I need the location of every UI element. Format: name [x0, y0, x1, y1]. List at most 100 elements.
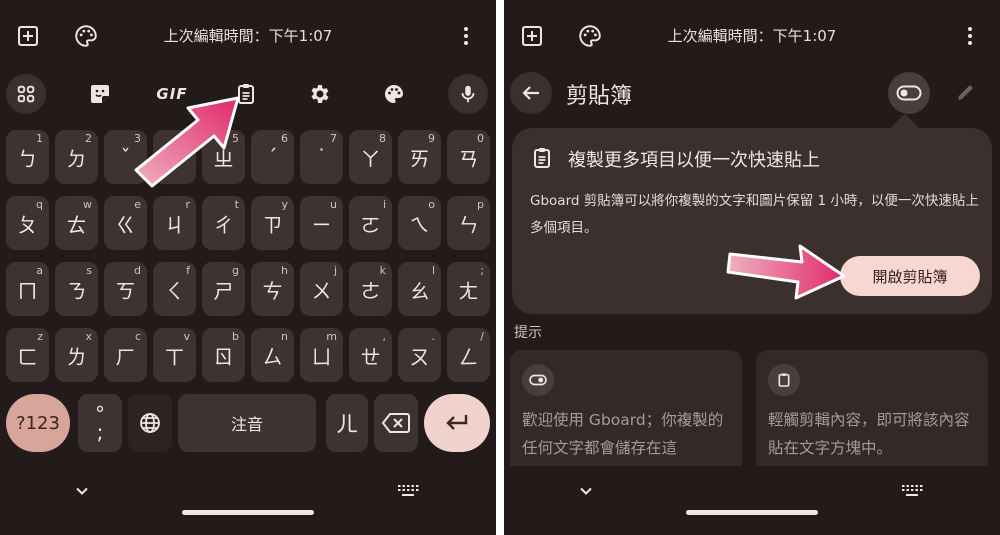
bopomofo-key[interactable]: ㄉ2	[55, 130, 98, 184]
system-nav-bar	[504, 463, 1000, 535]
bopomofo-key[interactable]: ㄞ9	[398, 130, 441, 184]
bopomofo-key[interactable]: ㄚ8	[349, 130, 392, 184]
last-edited-time: 上次編輯時間：下午1:07	[163, 27, 333, 45]
bopomofo-key[interactable]: ㄩm	[300, 328, 343, 382]
bopomofo-key[interactable]: ㄖb	[202, 328, 245, 382]
key-char: ㄧ	[311, 212, 332, 237]
space-key[interactable]: 注音	[178, 394, 316, 452]
key-hint: k	[379, 264, 386, 277]
clipboard-icon	[768, 364, 800, 396]
tip-card-welcome[interactable]: 歡迎使用 Gboard；你複製的任何文字都會儲存在這	[510, 350, 742, 480]
key-hint: 6	[281, 132, 288, 145]
bopomofo-key[interactable]: ㄕg	[202, 262, 245, 316]
keyboard-switch-icon[interactable]	[396, 484, 420, 504]
bopomofo-key[interactable]: ㄊw	[55, 196, 98, 250]
sticker-icon[interactable]	[80, 74, 120, 114]
key-hint: j	[333, 264, 337, 277]
key-char: ㄓ	[213, 146, 234, 171]
bopomofo-key[interactable]: ㄛi	[349, 196, 392, 250]
bopomofo-key[interactable]: ㄤ;	[447, 262, 490, 316]
bopomofo-key[interactable]: ˙ 7	[300, 130, 343, 184]
key-hint: .	[431, 330, 436, 343]
bopomofo-key[interactable]: ˇ3	[104, 130, 147, 184]
bopomofo-key[interactable]: ㄐr	[153, 196, 196, 250]
gesture-handle[interactable]	[182, 510, 314, 515]
keyboard-switch-icon[interactable]	[900, 484, 924, 504]
bopomofo-key[interactable]: ㄜk	[349, 262, 392, 316]
key-row: ㄅ 1 ㄉ 2 ˇ 3 ˋ 4 ㄓ 5 ˊ 6 ˙ 7 ㄚ 8 ㄞ 9 ㄢ 0	[0, 124, 496, 190]
clipboard-toggle-button[interactable]	[888, 72, 930, 114]
bopomofo-key[interactable]: ˊ6	[251, 130, 294, 184]
bopomofo-key[interactable]: ㄟo	[398, 196, 441, 250]
bopomofo-key[interactable]: ㄗy	[251, 196, 294, 250]
microphone-icon[interactable]	[448, 74, 488, 114]
key-char: ㄅ	[17, 146, 38, 171]
theme-palette-icon[interactable]	[374, 74, 414, 114]
bopomofo-key[interactable]: ㄏc	[104, 328, 147, 382]
hide-keyboard-chevron-icon[interactable]	[72, 481, 92, 505]
bopomofo-key[interactable]: ㄨj	[300, 262, 343, 316]
key-char: ˋ	[169, 145, 180, 169]
bopomofo-key[interactable]: ㄍe	[104, 196, 147, 250]
hide-keyboard-chevron-icon[interactable]	[576, 481, 596, 505]
key-hint: d	[134, 264, 141, 277]
bopomofo-key[interactable]: ㄙn	[251, 328, 294, 382]
key-char: ㄡ	[409, 344, 430, 369]
more-vert-icon[interactable]	[954, 20, 986, 52]
key-hint: 1	[36, 132, 43, 145]
bopomofo-key[interactable]: ㄧu	[300, 196, 343, 250]
key-hint: w	[83, 198, 92, 211]
key-char: ㄗ	[262, 212, 283, 237]
bopomofo-key[interactable]: ˋ4	[153, 130, 196, 184]
system-nav-bar	[0, 463, 496, 535]
key-hint: i	[382, 198, 386, 211]
clipboard-icon[interactable]	[226, 74, 266, 114]
apps-grid-icon[interactable]	[6, 74, 46, 114]
bopomofo-key[interactable]: ㄎd	[104, 262, 147, 316]
key-hint: r	[185, 198, 190, 211]
key-hint: y	[281, 198, 288, 211]
more-vert-icon[interactable]	[450, 20, 482, 52]
key-hint: 8	[379, 132, 386, 145]
key-hint: l	[431, 264, 435, 277]
bopomofo-key[interactable]: ㄥ /	[447, 328, 490, 382]
bopomofo-key[interactable]: ㄔt	[202, 196, 245, 250]
key-char: ㄒ	[164, 344, 185, 369]
bopomofo-key[interactable]: ㄇa	[6, 262, 49, 316]
key-hint: b	[232, 330, 239, 343]
key-char: ㄕ	[213, 278, 234, 303]
bopomofo-key[interactable]: ㄌx	[55, 328, 98, 382]
bopomofo-key[interactable]: ㄢ0	[447, 130, 490, 184]
bopomofo-key[interactable]: ㄣp	[447, 196, 490, 250]
bopomofo-key[interactable]: ㄈz	[6, 328, 49, 382]
key-char: ㄜ	[360, 278, 381, 303]
er-key[interactable]: ㄦ	[326, 394, 368, 452]
bopomofo-key[interactable]: ㄘh	[251, 262, 294, 316]
language-globe-key[interactable]	[128, 394, 172, 452]
bopomofo-key[interactable]: ㄡ.	[398, 328, 441, 382]
enter-key[interactable]	[424, 394, 490, 452]
gif-label: GIF	[156, 85, 188, 103]
settings-gear-icon[interactable]	[300, 74, 340, 114]
key-char: ㄞ	[409, 146, 430, 171]
app-top-bar: 上次編輯時間：下午1:07	[0, 0, 496, 72]
bopomofo-key[interactable]: ㄒv	[153, 328, 196, 382]
bopomofo-key[interactable]: ㄋs	[55, 262, 98, 316]
bopomofo-key[interactable]: ㄆq	[6, 196, 49, 250]
back-button[interactable]	[510, 72, 552, 114]
arrow-back-icon	[522, 86, 539, 100]
gesture-handle[interactable]	[686, 510, 818, 515]
tip-card-paste[interactable]: 輕觸剪輯內容，即可將該內容貼在文字方塊中。	[756, 350, 988, 480]
symbols-key[interactable]: ?123	[6, 394, 70, 452]
bopomofo-key[interactable]: ㄓ5	[202, 130, 245, 184]
bopomofo-key[interactable]: ㄝ,	[349, 328, 392, 382]
enable-clipboard-button[interactable]: 開啟剪貼簿	[840, 256, 980, 296]
bopomofo-key[interactable]: ㄠl	[398, 262, 441, 316]
gif-button[interactable]: GIF	[152, 74, 192, 114]
edit-pencil-icon[interactable]	[954, 80, 978, 108]
backspace-key[interactable]	[374, 394, 418, 452]
bopomofo-key[interactable]: ㄅ1	[6, 130, 49, 184]
punctuation-key[interactable]: ° ;	[78, 394, 122, 452]
key-char: ㄎ	[115, 278, 136, 303]
bopomofo-key[interactable]: ㄑf	[153, 262, 196, 316]
